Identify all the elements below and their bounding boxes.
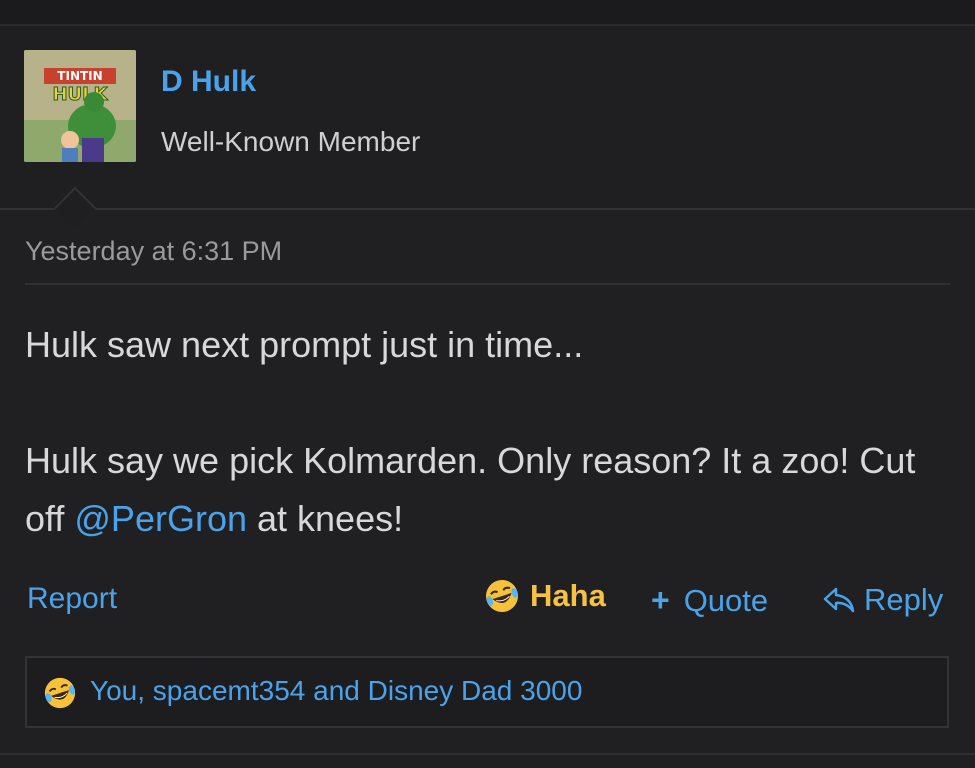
user-header: TINTIN HULK D Hulk Well-Known Member bbox=[0, 26, 975, 210]
reply-button[interactable]: Reply bbox=[822, 582, 943, 618]
reply-label: Reply bbox=[864, 582, 944, 617]
quote-label: Quote bbox=[683, 582, 769, 618]
plus-icon: + bbox=[651, 582, 670, 618]
laughing-crying-emoji-icon bbox=[44, 677, 76, 709]
quote-button[interactable]: + Quote bbox=[651, 582, 768, 619]
post-timestamp[interactable]: Yesterday at 6:31 PM bbox=[25, 236, 282, 267]
avatar[interactable]: TINTIN HULK bbox=[24, 50, 136, 162]
user-mention-link[interactable]: @PerGron bbox=[74, 498, 247, 539]
message-text: at knees! bbox=[247, 498, 404, 539]
reactions-bar[interactable]: You, spacemt354 and Disney Dad 3000 bbox=[25, 656, 949, 728]
laughing-crying-emoji-icon bbox=[486, 580, 518, 612]
reactions-list-link[interactable]: You, spacemt354 and Disney Dad 3000 bbox=[90, 675, 582, 707]
haha-label: Haha bbox=[530, 578, 606, 613]
username[interactable]: D Hulk bbox=[161, 65, 256, 99]
report-button[interactable]: Report bbox=[27, 582, 117, 616]
avatar-image: TINTIN HULK bbox=[24, 50, 136, 162]
reply-arrow-icon bbox=[823, 587, 855, 613]
top-strip bbox=[0, 0, 975, 26]
post-actions: Report Haha + Quote Reply bbox=[0, 578, 975, 624]
haha-reaction-button[interactable]: Haha bbox=[484, 578, 606, 614]
user-title: Well-Known Member bbox=[161, 126, 421, 157]
svg-text:TINTIN: TINTIN bbox=[57, 69, 102, 83]
post-message: Hulk saw next prompt just in time... Hul… bbox=[25, 316, 935, 548]
message-line: Hulk saw next prompt just in time... bbox=[25, 324, 584, 365]
divider bbox=[25, 283, 950, 285]
post-container: TINTIN HULK D Hulk Well-Known Member Yes… bbox=[0, 26, 975, 768]
post-bottom-border bbox=[0, 753, 975, 755]
message-line: Hulk say we pick Kolmarden. Only reason?… bbox=[25, 432, 935, 548]
